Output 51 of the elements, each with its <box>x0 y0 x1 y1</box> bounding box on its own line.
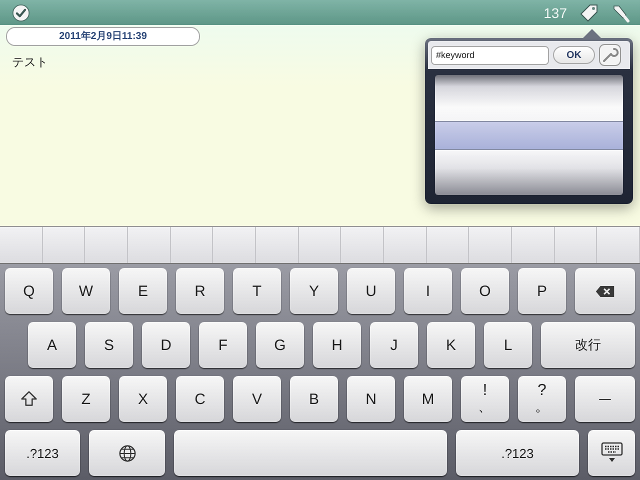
wrench-icon[interactable] <box>599 44 621 66</box>
letter-key[interactable]: S <box>85 322 133 368</box>
letter-key[interactable]: I <box>404 268 452 314</box>
shift-key[interactable] <box>5 376 53 422</box>
pen-icon[interactable] <box>611 2 631 22</box>
note-date: 2011年2月9日11:39 <box>6 27 200 46</box>
letter-key[interactable]: T <box>233 268 281 314</box>
picker-wheel[interactable] <box>435 75 623 195</box>
keyword-field[interactable]: #keyword <box>431 46 549 64</box>
letter-key[interactable]: G <box>256 322 304 368</box>
note-text: テスト <box>12 54 48 71</box>
letter-key[interactable]: U <box>347 268 395 314</box>
shift-arrow-icon <box>20 390 38 408</box>
globe-key[interactable] <box>89 430 165 476</box>
backspace-icon <box>595 284 615 298</box>
backspace-key[interactable] <box>575 268 635 314</box>
numbers-key[interactable]: .?123 <box>5 430 80 476</box>
letter-key[interactable]: N <box>347 376 395 422</box>
letter-key[interactable]: V <box>233 376 281 422</box>
ok-button[interactable]: OK <box>553 46 595 64</box>
letter-key[interactable]: O <box>461 268 509 314</box>
punctuation-key[interactable]: ! 、 <box>461 376 509 422</box>
letter-key[interactable]: Z <box>62 376 110 422</box>
punctuation-key[interactable]: ? 。 <box>518 376 566 422</box>
hide-keyboard-key[interactable] <box>588 430 635 476</box>
letter-key[interactable]: D <box>142 322 190 368</box>
letter-key[interactable]: H <box>313 322 361 368</box>
letter-key[interactable]: P <box>518 268 566 314</box>
keyboard-icon <box>600 442 622 464</box>
letter-key[interactable]: C <box>176 376 224 422</box>
tag-count: 137 <box>544 4 567 20</box>
note-area[interactable]: 2011年2月9日11:39 テスト #keyword OK <box>0 25 640 226</box>
letter-key[interactable]: W <box>62 268 110 314</box>
globe-icon <box>118 444 136 462</box>
letter-key[interactable]: J <box>370 322 418 368</box>
numbers-key[interactable]: .?123 <box>456 430 579 476</box>
letter-key[interactable]: A <box>28 322 76 368</box>
letter-key[interactable]: X <box>119 376 167 422</box>
letter-key[interactable]: B <box>290 376 338 422</box>
tag-icon[interactable] <box>579 2 599 22</box>
key[interactable]: 改行 <box>541 322 635 368</box>
letter-key[interactable]: F <box>199 322 247 368</box>
letter-key[interactable]: E <box>119 268 167 314</box>
letter-key[interactable]: Q <box>5 268 53 314</box>
letter-key[interactable]: M <box>404 376 452 422</box>
letter-key[interactable]: K <box>427 322 475 368</box>
letter-key[interactable]: Y <box>290 268 338 314</box>
key[interactable]: — <box>575 376 635 422</box>
letter-key[interactable]: R <box>176 268 224 314</box>
letter-key[interactable]: L <box>484 322 532 368</box>
checkmark-icon[interactable] <box>12 4 30 22</box>
